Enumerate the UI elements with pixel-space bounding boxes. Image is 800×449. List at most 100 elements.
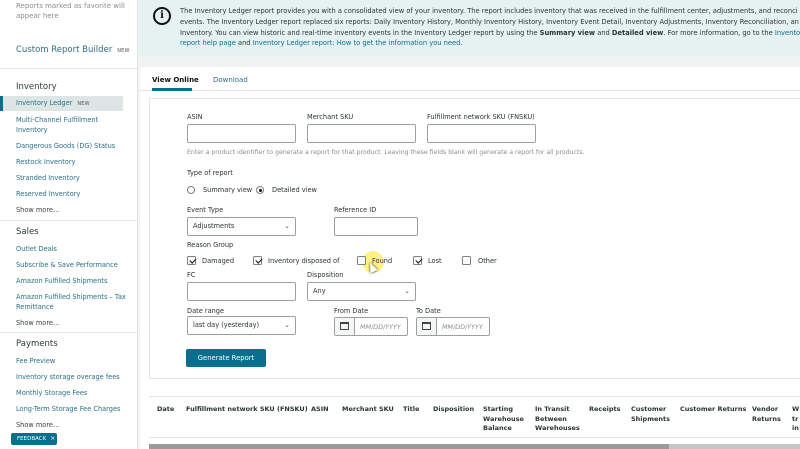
- column-header-vendor-returns[interactable]: Vendor Returns: [752, 405, 786, 424]
- sidebar-item-mcf-inventory[interactable]: Multi-Channel Fulfillment Inventory: [16, 116, 128, 135]
- lost-label: Lost: [428, 257, 442, 265]
- sidebar-item-storage-overage-fees[interactable]: Inventory storage overage fees: [16, 373, 128, 383]
- identifier-hint: Enter a product identifier to generate a…: [187, 149, 585, 156]
- generate-report-button[interactable]: Generate Report: [186, 349, 266, 367]
- column-header-date[interactable]: Date: [157, 405, 174, 415]
- inventory-disposed-label: Inventory disposed of: [268, 257, 340, 265]
- reference-id-input[interactable]: [334, 217, 418, 236]
- damaged-checkbox[interactable]: [187, 256, 196, 265]
- info-icon: i: [153, 7, 171, 25]
- date-range-value: last day (yesterday): [193, 321, 260, 329]
- sidebar-show-more-sales[interactable]: Show more...: [16, 319, 128, 329]
- sidebar-item-subscribe-save[interactable]: Subscribe & Save Performance: [16, 261, 128, 271]
- sidebar-divider: [0, 68, 137, 69]
- sidebar-show-more-inventory[interactable]: Show more...: [16, 206, 128, 216]
- chevron-down-icon: ⌄: [284, 222, 290, 230]
- column-header-in-transit[interactable]: In Transit Between Warehouses: [535, 405, 580, 434]
- sidebar-divider: [0, 332, 137, 333]
- column-header-fnsku[interactable]: Fulfillment network SKU (FNSKU): [186, 405, 308, 415]
- disposition-value: Any: [313, 287, 326, 295]
- new-badge: NEW: [77, 101, 90, 107]
- active-tab-indicator: [152, 88, 192, 91]
- event-type-select[interactable]: Adjustments ⌄: [187, 217, 296, 236]
- fc-input[interactable]: [187, 282, 296, 301]
- column-header-asin[interactable]: ASIN: [311, 405, 329, 415]
- reference-id-label: Reference ID: [334, 206, 377, 214]
- sidebar-item-label: Inventory Ledger: [16, 99, 73, 107]
- sidebar-item-outlet-deals[interactable]: Outlet Deals: [16, 245, 128, 255]
- tab-download[interactable]: Download: [213, 76, 248, 84]
- custom-report-builder-link[interactable]: Custom Report Builder NEW: [16, 45, 130, 55]
- sidebar-heading-payments: Payments: [16, 339, 58, 349]
- sidebar-heading-inventory: Inventory: [16, 82, 57, 92]
- sidebar-heading-sales: Sales: [16, 227, 39, 237]
- favorites-hint: Reports marked as favorite will appear h…: [16, 2, 125, 20]
- report-help-page-link[interactable]: report help page: [180, 39, 236, 47]
- date-range-select[interactable]: last day (yesterday) ⌄: [187, 316, 296, 335]
- feedback-button[interactable]: FEEDBACK ×: [11, 433, 57, 445]
- sidebar-item-inventory-ledger[interactable]: Inventory Ledger NEW: [0, 96, 123, 111]
- summary-view-emphasis: Summary view: [539, 28, 596, 37]
- from-date-input[interactable]: MM/DD/YYYY: [334, 317, 408, 336]
- event-type-label: Event Type: [187, 206, 224, 214]
- asin-label: ASIN: [187, 113, 203, 121]
- column-header-disposition[interactable]: Disposition: [433, 405, 474, 415]
- from-date-placeholder: MM/DD/YYYY: [360, 323, 401, 331]
- calendar-icon: [340, 322, 349, 330]
- other-label: Other: [478, 257, 497, 265]
- asin-input[interactable]: [187, 124, 296, 143]
- info-banner-text: The Inventory Ledger report provides you…: [180, 6, 800, 49]
- fc-label: FC: [187, 271, 196, 279]
- damaged-label: Damaged: [202, 257, 235, 265]
- sidebar-item-fee-preview[interactable]: Fee Preview: [16, 357, 128, 367]
- found-checkbox[interactable]: [357, 256, 366, 265]
- column-header-title[interactable]: Title: [403, 405, 419, 415]
- sidebar-item-shipments-tax-remittance[interactable]: Amazon Fulfilled Shipments – Tax Remitta…: [16, 293, 128, 312]
- sidebar-item-amazon-fulfilled-shipments[interactable]: Amazon Fulfilled Shipments: [16, 277, 128, 287]
- sidebar-item-reserved-inventory[interactable]: Reserved Inventory: [16, 190, 128, 200]
- sidebar-show-more-payments[interactable]: Show more...: [16, 421, 128, 431]
- detailed-view-radio[interactable]: [256, 186, 264, 194]
- merchant-sku-label: Merchant SKU: [307, 113, 354, 121]
- custom-report-builder-label: Custom Report Builder: [16, 45, 113, 55]
- sidebar-item-long-term-storage-fees[interactable]: Long-Term Storage Fee Charges: [16, 405, 128, 415]
- other-checkbox[interactable]: [462, 256, 471, 265]
- column-header-customer-returns[interactable]: Customer Returns: [680, 405, 746, 415]
- disposition-select[interactable]: Any ⌄: [307, 282, 416, 301]
- merchant-sku-input[interactable]: [307, 124, 416, 143]
- column-header-receipts[interactable]: Receipts: [589, 405, 621, 415]
- close-icon[interactable]: ×: [50, 435, 55, 442]
- calendar-button[interactable]: [417, 318, 437, 335]
- banner-line: report help page and Inventory Ledger re…: [180, 39, 463, 48]
- horizontal-scrollbar-thumb[interactable]: [149, 444, 669, 449]
- inventory-disposed-checkbox[interactable]: [253, 256, 262, 265]
- lost-checkbox[interactable]: [413, 256, 422, 265]
- table-divider: [149, 437, 800, 438]
- tab-view-online[interactable]: View Online: [152, 76, 199, 84]
- banner-line: The Inventory Ledger report provides you…: [180, 7, 798, 15]
- inventory-report-help-link[interactable]: Inventory: [775, 29, 800, 37]
- report-type-label: Type of report: [187, 169, 233, 177]
- sidebar-item-stranded-inventory[interactable]: Stranded Inventory: [16, 174, 128, 184]
- sidebar-divider: [0, 220, 137, 221]
- summary-view-radio[interactable]: [187, 186, 195, 194]
- report-tabs: View Online Download: [140, 67, 800, 91]
- inventory-ledger-guide-link[interactable]: Inventory Ledger report: How to get the …: [253, 39, 461, 47]
- fnsku-label: Fulfillment network SKU (FNSKU): [427, 113, 535, 121]
- column-header-merchant-sku[interactable]: Merchant SKU: [342, 405, 394, 415]
- column-header-warehouse-transfer[interactable]: W tr in: [792, 405, 800, 434]
- sidebar-item-dangerous-goods[interactable]: Dangerous Goods (DG) Status: [16, 142, 128, 152]
- chevron-down-icon: ⌄: [284, 321, 290, 329]
- banner-line: events. The Inventory Ledger report repl…: [180, 17, 799, 26]
- column-header-starting-balance[interactable]: Starting Warehouse Balance: [483, 405, 527, 434]
- to-date-input[interactable]: MM/DD/YYYY: [416, 317, 490, 336]
- calendar-icon: [422, 322, 431, 330]
- fnsku-input[interactable]: [427, 124, 536, 143]
- calendar-button[interactable]: [335, 318, 355, 335]
- date-range-label: Date range: [187, 307, 225, 315]
- sidebar-item-restock-inventory[interactable]: Restock Inventory: [16, 158, 128, 168]
- sidebar-item-monthly-storage-fees[interactable]: Monthly Storage Fees: [16, 389, 128, 399]
- summary-view-label: Summary view: [203, 186, 253, 194]
- column-header-customer-shipments[interactable]: Customer Shipments: [631, 405, 673, 424]
- detailed-view-label: Detailed view: [272, 186, 317, 194]
